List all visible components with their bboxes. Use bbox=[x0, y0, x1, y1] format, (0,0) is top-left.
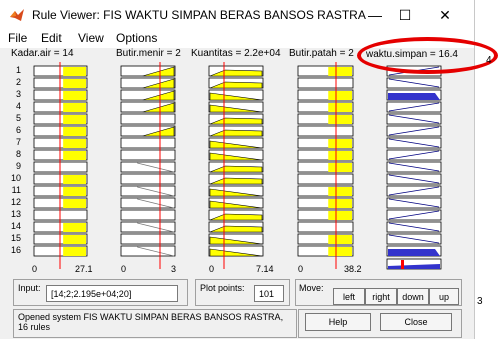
mf-fill bbox=[63, 235, 86, 244]
mf-fill bbox=[63, 175, 86, 184]
mf-fill bbox=[63, 139, 86, 148]
plot-box-butir-patah bbox=[297, 77, 354, 89]
move-label: Move: bbox=[299, 283, 324, 293]
mf-fill bbox=[328, 91, 352, 100]
rule-number: 13 bbox=[10, 209, 21, 219]
plot-box-butir-patah bbox=[297, 173, 354, 185]
axis-max-kadar-air: 27.1 bbox=[75, 264, 93, 274]
plot-box-butir-menir bbox=[120, 209, 176, 221]
edge-text-bottom: 3 bbox=[477, 296, 483, 307]
mf-fill bbox=[328, 163, 352, 172]
output-label-waktu-simpan: waktu.simpan = 16.4 bbox=[366, 49, 458, 60]
rule-number: 6 bbox=[15, 125, 21, 135]
move-down-button[interactable]: down bbox=[397, 288, 429, 305]
plot-box-butir-menir bbox=[120, 149, 176, 161]
move-left-button[interactable]: left bbox=[333, 288, 365, 305]
rule-number: 12 bbox=[10, 197, 21, 207]
mf-fill bbox=[328, 67, 352, 76]
plot-points-label: Plot points: bbox=[200, 283, 245, 293]
mf-fill bbox=[63, 79, 86, 88]
rule-number: 4 bbox=[15, 101, 21, 111]
status-group: Opened system FIS WAKTU SIMPAN BERAS BAN… bbox=[13, 309, 297, 338]
move-up-button[interactable]: up bbox=[429, 288, 459, 305]
input-label: Input: bbox=[18, 283, 41, 293]
mf-fill bbox=[328, 211, 352, 220]
rule-number: 15 bbox=[10, 233, 21, 243]
mf-fill bbox=[63, 247, 86, 256]
plot-points-group: Plot points: 101 bbox=[195, 279, 290, 306]
status-text: Opened system FIS WAKTU SIMPAN BERAS BAN… bbox=[18, 312, 284, 332]
output-mf-fill bbox=[388, 249, 440, 256]
edge-text-top: 4 bbox=[486, 55, 492, 66]
axis-min-kadar-air: 0 bbox=[32, 264, 38, 274]
plot-box-butir-menir bbox=[120, 137, 176, 149]
mf-fill bbox=[328, 139, 352, 148]
plot-box-butir-menir bbox=[120, 173, 176, 185]
axis-min-butir-patah: 0 bbox=[298, 264, 304, 274]
rule-number: 2 bbox=[15, 77, 21, 87]
axis-max-butir-patah: 38.2 bbox=[344, 264, 362, 274]
move-right-button[interactable]: right bbox=[365, 288, 397, 305]
mf-fill bbox=[63, 115, 86, 124]
rule-number: 9 bbox=[15, 161, 21, 171]
mf-fill bbox=[328, 151, 352, 160]
rule-number: 11 bbox=[11, 185, 21, 195]
axis-min-kuantitas: 0 bbox=[209, 264, 215, 274]
mf-fill bbox=[328, 187, 352, 196]
plot-points-field[interactable]: 101 bbox=[254, 285, 284, 302]
rule-number: 8 bbox=[15, 149, 21, 159]
mf-fill bbox=[63, 127, 86, 136]
mf-fill bbox=[63, 67, 86, 76]
mf-fill bbox=[63, 187, 86, 196]
output-mf-fill bbox=[388, 93, 440, 100]
rule-number: 3 bbox=[15, 89, 21, 99]
plot-box-butir-menir bbox=[120, 233, 176, 245]
rule-number: 14 bbox=[10, 221, 21, 231]
rule-number: 1 bbox=[15, 65, 21, 75]
defuzz-indicator bbox=[401, 260, 404, 269]
input-vector-field[interactable]: [14;2;2.195e+04;20] bbox=[46, 285, 178, 302]
mf-fill bbox=[63, 151, 86, 160]
input-group: Input: [14;2;2.195e+04;20] bbox=[13, 279, 188, 306]
mf-fill bbox=[328, 247, 352, 256]
mf-fill bbox=[63, 91, 86, 100]
mf-fill bbox=[63, 103, 86, 112]
mf-fill bbox=[328, 103, 352, 112]
mf-fill bbox=[328, 199, 352, 208]
axis-min-butir-menir: 0 bbox=[121, 264, 127, 274]
axis-max-kuantitas: 7.14 bbox=[256, 264, 274, 274]
mf-fill bbox=[63, 199, 86, 208]
mf-fill bbox=[63, 223, 86, 232]
plot-box-butir-patah bbox=[297, 221, 354, 233]
rule-number: 7 bbox=[15, 137, 21, 147]
rule-number: 10 bbox=[10, 173, 21, 183]
close-button[interactable]: Close bbox=[380, 313, 452, 331]
axis-max-butir-menir: 3 bbox=[171, 264, 177, 274]
mf-fill bbox=[328, 235, 352, 244]
rule-number: 5 bbox=[15, 113, 21, 123]
plot-box-butir-patah bbox=[297, 125, 354, 137]
help-button[interactable]: Help bbox=[305, 313, 371, 331]
mf-fill bbox=[328, 115, 352, 124]
rule-number: 16 bbox=[10, 245, 21, 255]
plot-box-butir-menir bbox=[120, 113, 176, 125]
